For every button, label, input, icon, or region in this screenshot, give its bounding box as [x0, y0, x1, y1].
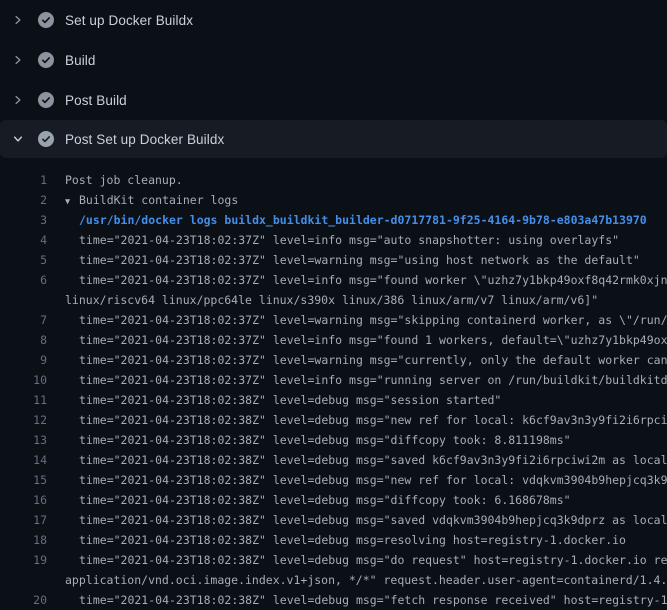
line-number[interactable]: 14: [0, 450, 47, 470]
line-number[interactable]: 12: [0, 410, 47, 430]
check-circle-icon: [38, 92, 54, 108]
line-number[interactable]: 6: [0, 270, 47, 290]
log-text: time="2021-04-23T18:02:38Z" level=debug …: [65, 550, 667, 570]
log-text: time="2021-04-23T18:02:37Z" level=info m…: [65, 270, 667, 290]
log-line: 10 time="2021-04-23T18:02:37Z" level=info…: [0, 370, 667, 390]
log-line: 18 time="2021-04-23T18:02:38Z" level=debu…: [0, 530, 667, 550]
line-number[interactable]: 9: [0, 350, 47, 370]
log-text: time="2021-04-23T18:02:38Z" level=debug …: [65, 450, 667, 470]
log-line: 19 time="2021-04-23T18:02:38Z" level=debu…: [0, 550, 667, 570]
log-line: 14 time="2021-04-23T18:02:38Z" level=debu…: [0, 450, 667, 470]
log-text: time="2021-04-23T18:02:38Z" level=debug …: [65, 490, 571, 510]
log-line: 2 ▼BuildKit container logs: [0, 190, 667, 210]
log-group-toggle[interactable]: ▼BuildKit container logs: [65, 190, 238, 210]
log-line: 17 time="2021-04-23T18:02:38Z" level=debu…: [0, 510, 667, 530]
step-row-build[interactable]: Build: [0, 40, 667, 80]
line-number[interactable]: 20: [0, 590, 47, 610]
line-number[interactable]: 16: [0, 490, 47, 510]
check-circle-icon: [38, 12, 54, 28]
log-line: 6 time="2021-04-23T18:02:37Z" level=info …: [0, 270, 667, 290]
line-number[interactable]: 15: [0, 470, 47, 490]
log-text: Post job cleanup.: [65, 170, 183, 190]
line-number[interactable]: 11: [0, 390, 47, 410]
log-line: 11 time="2021-04-23T18:02:38Z" level=debu…: [0, 390, 667, 410]
log-line: 3/usr/bin/docker logs buildx_buildkit_bu…: [0, 210, 667, 230]
log-line: 1 Post job cleanup.: [0, 170, 667, 190]
line-number: [0, 570, 47, 590]
line-number[interactable]: 3: [0, 210, 47, 230]
log-line: application/vnd.oci.image.index.v1+json,…: [0, 570, 667, 590]
line-number[interactable]: 10: [0, 370, 47, 390]
step-label: Post Build: [65, 93, 127, 108]
log-line: 5 time="2021-04-23T18:02:37Z" level=warni…: [0, 250, 667, 270]
check-circle-icon: [38, 52, 54, 68]
line-number[interactable]: 2: [0, 190, 47, 210]
line-number[interactable]: 4: [0, 230, 47, 250]
line-number[interactable]: 5: [0, 250, 47, 270]
step-label: Set up Docker Buildx: [65, 13, 193, 28]
log-line: 20 time="2021-04-23T18:02:38Z" level=debu…: [0, 590, 667, 610]
log-text: time="2021-04-23T18:02:37Z" level=warnin…: [65, 250, 640, 270]
line-number: [0, 290, 47, 310]
line-number[interactable]: 17: [0, 510, 47, 530]
log-line: 9 time="2021-04-23T18:02:37Z" level=warni…: [0, 350, 667, 370]
check-circle-icon: [38, 131, 54, 147]
collapse-triangle-icon[interactable]: ▼: [65, 192, 79, 212]
log-line: 4 time="2021-04-23T18:02:37Z" level=info …: [0, 230, 667, 250]
log-text: time="2021-04-23T18:02:38Z" level=debug …: [65, 510, 667, 530]
log-text: time="2021-04-23T18:02:37Z" level=info m…: [65, 370, 667, 390]
line-number[interactable]: 13: [0, 430, 47, 450]
chevron-right-icon: [12, 14, 24, 26]
log-line: linux/riscv64 linux/ppc64le linux/s390x …: [0, 290, 667, 310]
chevron-right-icon: [12, 54, 24, 66]
log-line: 12 time="2021-04-23T18:02:38Z" level=debu…: [0, 410, 667, 430]
log-text: time="2021-04-23T18:02:38Z" level=debug …: [65, 390, 501, 410]
log-line: 13 time="2021-04-23T18:02:38Z" level=debu…: [0, 430, 667, 450]
line-number[interactable]: 1: [0, 170, 47, 190]
step-row-post-build[interactable]: Post Build: [0, 80, 667, 120]
log-text: time="2021-04-23T18:02:37Z" level=warnin…: [65, 310, 667, 330]
step-row-set-up-docker-buildx[interactable]: Set up Docker Buildx: [0, 0, 667, 40]
log-lines: 1 Post job cleanup. 2 ▼BuildKit container l…: [0, 158, 667, 610]
log-text: time="2021-04-23T18:02:37Z" level=info m…: [65, 330, 667, 350]
log-line: 8 time="2021-04-23T18:02:37Z" level=info …: [0, 330, 667, 350]
log-line: 15 time="2021-04-23T18:02:38Z" level=debu…: [0, 470, 667, 490]
step-label: Build: [65, 53, 96, 68]
log-command-text: /usr/bin/docker logs buildx_buildkit_bui…: [65, 210, 647, 230]
chevron-down-icon: [12, 133, 24, 145]
log-text: time="2021-04-23T18:02:37Z" level=info m…: [65, 230, 619, 250]
step-label: Post Set up Docker Buildx: [65, 132, 224, 147]
log-line: 7 time="2021-04-23T18:02:37Z" level=warni…: [0, 310, 667, 330]
chevron-right-icon: [12, 94, 24, 106]
log-text: time="2021-04-23T18:02:37Z" level=warnin…: [65, 350, 667, 370]
line-number[interactable]: 8: [0, 330, 47, 350]
log-text: application/vnd.oci.image.index.v1+json,…: [65, 570, 667, 590]
log-text: linux/riscv64 linux/ppc64le linux/s390x …: [65, 290, 598, 310]
line-number[interactable]: 19: [0, 550, 47, 570]
log-line: 16 time="2021-04-23T18:02:38Z" level=debu…: [0, 490, 667, 510]
log-text: time="2021-04-23T18:02:38Z" level=debug …: [65, 410, 667, 430]
log-text: time="2021-04-23T18:02:38Z" level=debug …: [65, 590, 667, 610]
line-number[interactable]: 18: [0, 530, 47, 550]
log-text: time="2021-04-23T18:02:38Z" level=debug …: [65, 430, 571, 450]
log-group-label: BuildKit container logs: [79, 193, 238, 207]
log-text: time="2021-04-23T18:02:38Z" level=debug …: [65, 530, 626, 550]
step-row-post-set-up-docker-buildx[interactable]: Post Set up Docker Buildx: [0, 120, 667, 158]
log-text: time="2021-04-23T18:02:38Z" level=debug …: [65, 470, 667, 490]
steps-list: Set up Docker Buildx Build Post Build Po…: [0, 0, 667, 158]
line-number[interactable]: 7: [0, 310, 47, 330]
